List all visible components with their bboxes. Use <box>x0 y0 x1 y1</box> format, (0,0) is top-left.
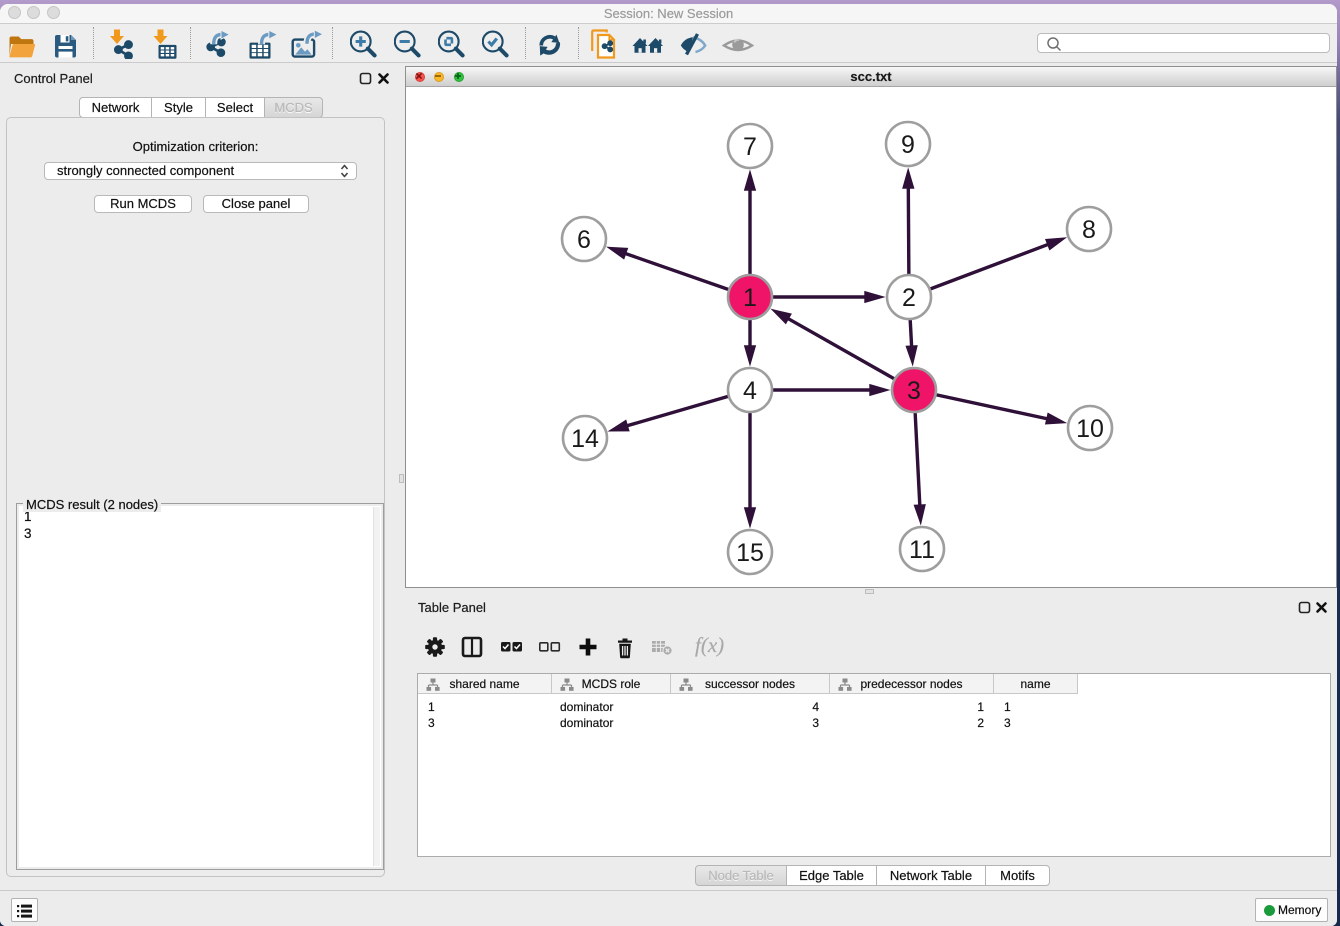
svg-text:7: 7 <box>743 133 757 161</box>
svg-text:1: 1 <box>743 284 757 312</box>
svg-text:14: 14 <box>571 425 599 453</box>
svg-text:8: 8 <box>1082 216 1096 244</box>
svg-text:10: 10 <box>1076 415 1104 443</box>
svg-text:3: 3 <box>907 377 921 405</box>
svg-text:11: 11 <box>909 536 935 564</box>
svg-text:15: 15 <box>736 539 764 567</box>
svg-text:6: 6 <box>577 226 591 254</box>
svg-text:9: 9 <box>901 131 915 159</box>
svg-text:4: 4 <box>743 377 757 405</box>
svg-text:2: 2 <box>902 284 916 312</box>
